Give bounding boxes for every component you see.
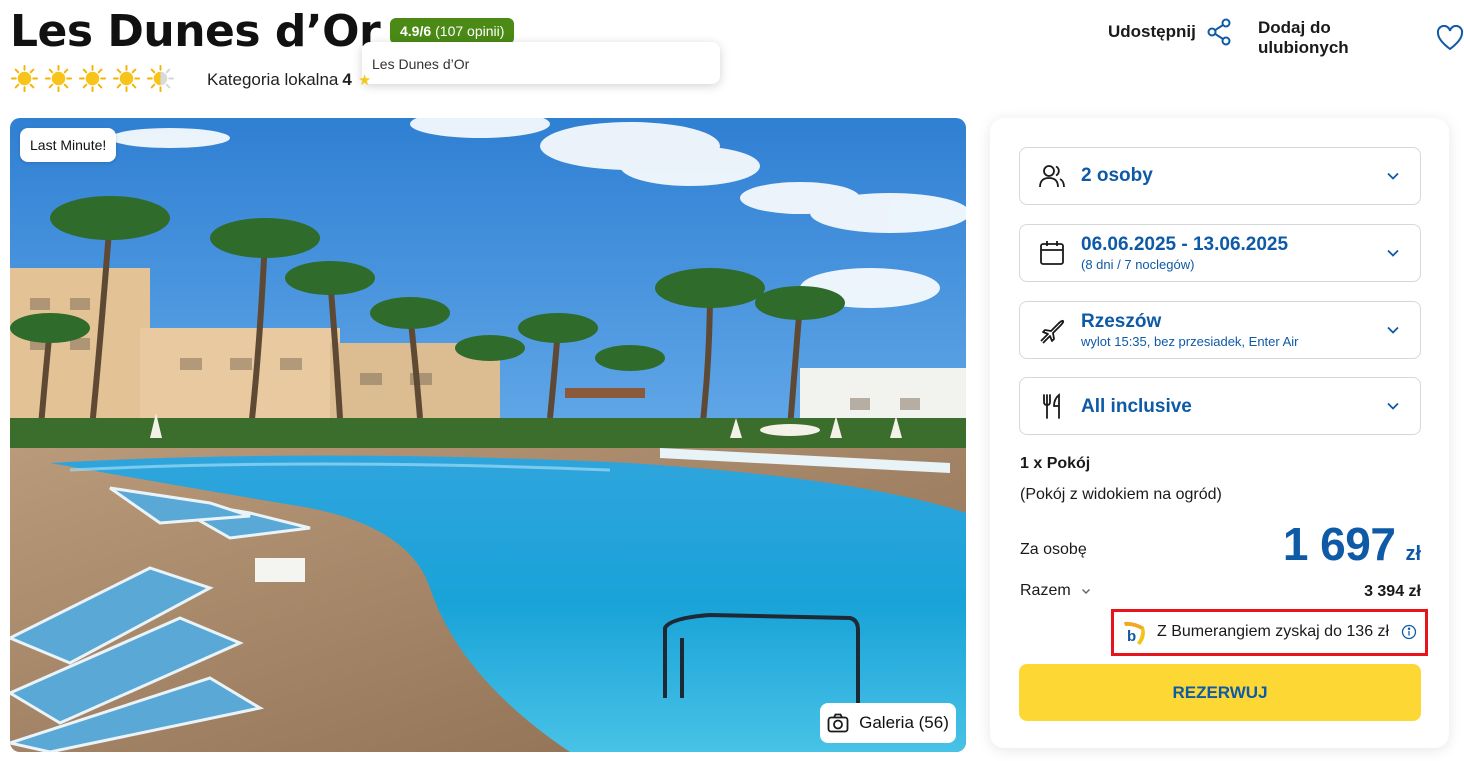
- gallery-button[interactable]: Galeria (56): [820, 703, 956, 743]
- reserve-button[interactable]: REZERWUJ: [1019, 664, 1421, 721]
- info-icon[interactable]: [1401, 624, 1417, 640]
- departure-value: Rzeszów: [1081, 311, 1162, 332]
- price-value: 1 697: [1282, 518, 1396, 570]
- cutlery-icon: [1043, 393, 1060, 419]
- board-value: All inclusive: [1081, 396, 1192, 417]
- pool-image: [10, 118, 966, 752]
- persons-value: 2 osoby: [1081, 165, 1153, 186]
- chevron-down-icon: [1081, 588, 1090, 594]
- sun-icon: [10, 64, 39, 93]
- bumerang-promo[interactable]: b Z Bumerangiem zyskaj do 136 zł: [1111, 609, 1428, 656]
- rating-score: 4.9/6: [400, 23, 432, 39]
- share-label: Udostępnij: [1108, 22, 1196, 41]
- share-button[interactable]: Udostępnij: [1108, 18, 1232, 46]
- rating-reviews: (107 opinii): [435, 23, 505, 39]
- hotel-photo[interactable]: [10, 118, 966, 752]
- total-toggle[interactable]: Razem: [1020, 582, 1091, 600]
- rating-badge[interactable]: 4.9/6 (107 opinii): [390, 18, 515, 44]
- room-title: 1 x Pokój: [1020, 455, 1091, 472]
- price-currency: zł: [1405, 543, 1421, 565]
- last-minute-badge: Last Minute!: [20, 128, 117, 162]
- camera-icon: [827, 713, 849, 733]
- people-icon: [1039, 165, 1065, 188]
- price-per-person: 1 697 zł: [1283, 517, 1421, 571]
- room-subtitle: (Pokój z widokiem na ogród): [1020, 486, 1222, 503]
- sun-rating: [10, 64, 175, 93]
- heart-icon: [1436, 25, 1464, 51]
- total-label: Razem: [1020, 582, 1071, 599]
- svg-text:b: b: [1127, 628, 1136, 645]
- plane-icon: [1040, 319, 1065, 344]
- local-category-value: 4: [342, 70, 352, 89]
- chevron-down-icon: [1387, 172, 1399, 180]
- bumerang-text: Z Bumerangiem zyskaj do 136 zł: [1157, 623, 1390, 640]
- dates-select[interactable]: 06.06.2025 - 13.06.2025 (8 dni / 7 nocle…: [1019, 224, 1421, 282]
- half-sun-icon: [146, 64, 175, 93]
- favorite-button[interactable]: Dodaj do ulubionych: [1258, 18, 1464, 58]
- departure-sub: wylot 15:35, bez przesiadek, Enter Air: [1081, 334, 1299, 349]
- hotel-title: Les Dunes d’Or: [10, 6, 381, 57]
- hotel-name-tooltip: Les Dunes d’Or: [362, 42, 720, 84]
- sun-icon: [44, 64, 73, 93]
- gallery-label: Galeria (56): [859, 713, 949, 732]
- total-value: 3 394 zł: [1364, 583, 1421, 600]
- chevron-down-icon: [1387, 326, 1399, 334]
- local-category-label: Kategoria lokalna: [207, 70, 339, 89]
- dates-value: 06.06.2025 - 13.06.2025: [1081, 234, 1289, 255]
- departure-select[interactable]: Rzeszów wylot 15:35, bez przesiadek, Ent…: [1019, 301, 1421, 359]
- local-category: Kategoria lokalna 4 ★: [207, 70, 371, 90]
- chevron-down-icon: [1387, 402, 1399, 410]
- star-icon: ★: [357, 72, 372, 89]
- sun-icon: [78, 64, 107, 93]
- favorite-label: Dodaj do ulubionych: [1258, 18, 1349, 57]
- persons-select[interactable]: 2 osoby: [1019, 147, 1421, 205]
- bumerang-logo: b: [1124, 621, 1145, 645]
- calendar-icon: [1040, 241, 1064, 265]
- chevron-down-icon: [1387, 249, 1399, 257]
- board-select[interactable]: All inclusive: [1019, 377, 1421, 435]
- sun-icon: [112, 64, 141, 93]
- share-icon: [1207, 18, 1231, 46]
- per-person-label: Za osobę: [1020, 541, 1087, 558]
- dates-sub: (8 dni / 7 noclegów): [1081, 257, 1195, 272]
